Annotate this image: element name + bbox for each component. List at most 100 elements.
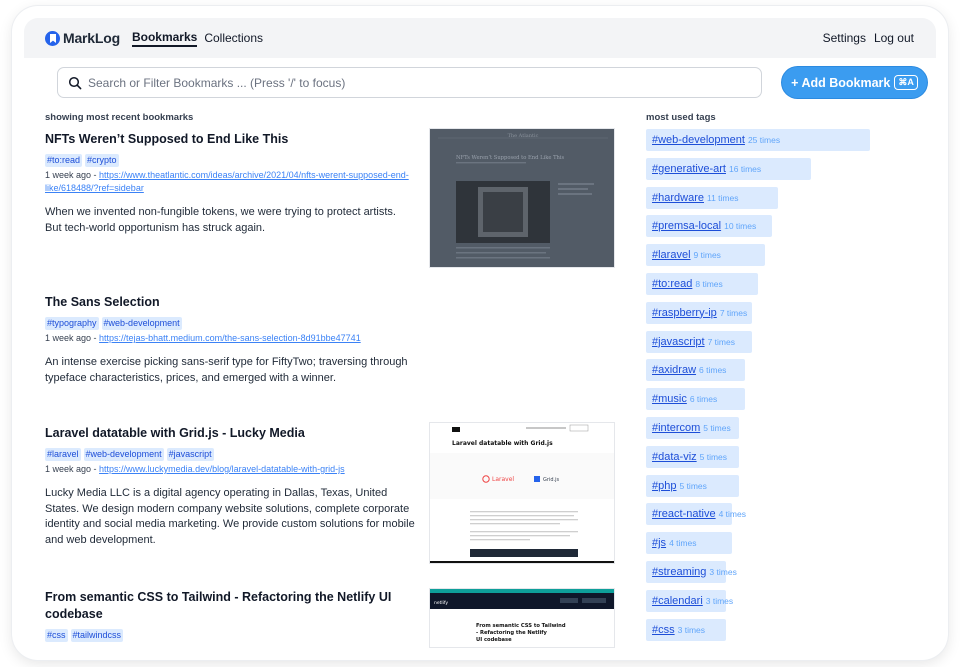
tag-pill[interactable]: #axidraw 6 times: [646, 359, 746, 382]
tag-pill[interactable]: #streaming 3 times: [646, 560, 737, 583]
tag-pill[interactable]: #hardware 11 times: [646, 186, 779, 209]
tag-name-link[interactable]: #premsa-local: [652, 220, 721, 232]
app-logo[interactable]: MarkLog: [45, 30, 120, 46]
tag-count: 5 times: [703, 422, 731, 433]
bookmark-logo-icon: [45, 30, 60, 46]
tag-name-link[interactable]: #generative-art: [652, 163, 726, 175]
bookmark-tags: #typography #web-development: [45, 313, 415, 330]
tag-name-link[interactable]: #axidraw: [652, 364, 696, 376]
tag-count: 8 times: [695, 278, 723, 289]
bookmark-thumbnail[interactable]: Laravel datatable with Grid.js Laravel G…: [429, 422, 615, 564]
bookmark-description: An intense exercise picking sans-serif t…: [45, 356, 408, 384]
bookmark-item: From semantic CSS to Tailwind - Refactor…: [45, 589, 415, 642]
bookmark-tag[interactable]: #css: [45, 629, 68, 642]
bookmark-tag[interactable]: #to:read: [45, 154, 83, 167]
tag-pill[interactable]: #premsa-local 10 times: [646, 215, 772, 238]
atlantic-page-preview: The Atlantic NFTs Weren’t Supposed to En…: [430, 129, 614, 267]
tag-pill[interactable]: #calendari 3 times: [646, 589, 733, 612]
nav-collections[interactable]: Collections: [204, 31, 263, 46]
tag-count: 4 times: [669, 538, 697, 549]
bookmark-url[interactable]: https://tejas-bhatt.medium.com/the-sans-…: [99, 333, 361, 343]
bookmark-tag[interactable]: #typography: [45, 317, 99, 330]
tag-name-link[interactable]: #css: [652, 624, 675, 636]
tag-pill[interactable]: #react-native 4 times: [646, 503, 746, 526]
tag-name-link[interactable]: #intercom: [652, 422, 700, 434]
most-used-tags-list: #web-development 25 times #generative-art 1…: [646, 129, 906, 647]
bookmark-title[interactable]: The Sans Selection: [45, 294, 415, 311]
tag-pill[interactable]: #css 3 times: [646, 618, 726, 641]
tag-name-link[interactable]: #raspberry-ip: [652, 307, 717, 319]
bookmark-tags: #laravel #web-development #javascript: [45, 444, 415, 461]
netlify-heading-line: From semantic CSS to Tailwind: [476, 623, 566, 629]
search-placeholder: Search or Filter Bookmarks ... (Press '/…: [88, 75, 346, 90]
tag-count: 7 times: [719, 307, 748, 318]
tag-list-item: #hardware 11 times: [646, 186, 906, 216]
tag-name-link[interactable]: #react-native: [652, 508, 716, 520]
bookmark-tag[interactable]: #web-development: [83, 448, 164, 461]
top-navbar: MarkLog Bookmarks Collections Settings L…: [24, 18, 936, 58]
bookmarks-heading: showing most recent bookmarks: [45, 112, 194, 123]
lucky-page-preview: Laravel datatable with Grid.js Laravel G…: [430, 423, 614, 563]
bookmark-age: 1 week ago: [45, 333, 92, 343]
tag-count: 11 times: [706, 192, 739, 203]
tag-name-link[interactable]: #music: [652, 393, 687, 405]
tag-pill[interactable]: #intercom 5 times: [646, 416, 739, 439]
tag-list-item: #music 6 times: [646, 388, 906, 417]
tag-name-link[interactable]: #calendari: [652, 595, 703, 607]
tag-pill[interactable]: #javascript 7 times: [646, 330, 752, 353]
tag-count: 7 times: [707, 336, 735, 347]
bookmark-title[interactable]: Laravel datatable with Grid.js - Lucky M…: [45, 425, 415, 442]
tag-pill[interactable]: #php 5 times: [646, 474, 739, 497]
tag-name-link[interactable]: #streaming: [652, 566, 706, 578]
atlantic-headline: NFTs Weren’t Supposed to End Like This: [456, 155, 565, 161]
tag-pill[interactable]: #generative-art 16 times: [646, 157, 811, 180]
bookmark-thumbnail[interactable]: The Atlantic NFTs Weren’t Supposed to En…: [429, 128, 615, 268]
app-name: MarkLog: [63, 30, 120, 46]
app-window: MarkLog Bookmarks Collections Settings L…: [12, 6, 948, 660]
tag-name-link[interactable]: #javascript: [652, 336, 705, 348]
search-input[interactable]: Search or Filter Bookmarks ... (Press '/…: [57, 67, 762, 98]
tag-list-item: #data-viz 5 times: [646, 445, 906, 475]
tag-count: 6 times: [689, 394, 718, 405]
bookmark-title[interactable]: NFTs Weren’t Supposed to End Like This: [45, 131, 415, 148]
bookmark-url[interactable]: https://www.theatlantic.com/ideas/archiv…: [45, 170, 409, 193]
tag-list-item: #raspberry-ip 7 times: [646, 301, 906, 331]
bookmark-item: Laravel datatable with Grid.js - Lucky M…: [45, 425, 415, 548]
nav-settings[interactable]: Settings: [823, 31, 866, 45]
bookmark-tag[interactable]: #crypto: [85, 154, 119, 167]
tag-name-link[interactable]: #laravel: [652, 249, 691, 261]
bookmark-title[interactable]: From semantic CSS to Tailwind - Refactor…: [45, 589, 415, 623]
lucky-heading: Laravel datatable with Grid.js: [452, 440, 553, 447]
tag-count: 5 times: [699, 451, 728, 462]
nav-logout[interactable]: Log out: [874, 31, 914, 45]
tag-name-link[interactable]: #js: [652, 537, 666, 549]
bookmark-tags: #to:read #crypto: [45, 150, 415, 167]
tag-count: 25 times: [747, 135, 781, 145]
tag-name-link[interactable]: #web-development: [652, 134, 745, 146]
tag-name-link[interactable]: #data-viz: [652, 451, 697, 463]
bookmark-thumbnail[interactable]: netlify From semantic CSS to Tailwind - …: [429, 588, 615, 648]
tag-list-item: #generative-art 16 times: [646, 157, 906, 187]
tag-pill[interactable]: #to:read 8 times: [646, 272, 759, 295]
bookmark-tag[interactable]: #javascript: [166, 448, 214, 461]
bookmark-tag[interactable]: #web-development: [101, 317, 182, 330]
tag-name-link[interactable]: #hardware: [652, 192, 704, 204]
tag-pill[interactable]: #laravel 9 times: [646, 244, 766, 267]
tag-pill[interactable]: #web-development 25 times: [646, 129, 870, 151]
nav-bookmarks[interactable]: Bookmarks: [131, 30, 198, 47]
tag-count: 5 times: [679, 480, 707, 491]
gridjs-logo-text: Grid.js: [543, 477, 559, 483]
tag-name-link[interactable]: #php: [652, 480, 676, 492]
bookmark-tag[interactable]: #tailwindcss: [70, 629, 124, 642]
tag-list-item: #react-native 4 times: [646, 503, 906, 532]
tag-name-link[interactable]: #to:read: [652, 278, 692, 290]
bookmark-url[interactable]: https://www.luckymedia.dev/blog/laravel-…: [99, 464, 345, 474]
tag-pill[interactable]: #js 4 times: [646, 532, 733, 555]
tag-pill[interactable]: #raspberry-ip 7 times: [646, 301, 752, 324]
bookmark-tag[interactable]: #laravel: [45, 448, 81, 461]
add-bookmark-button[interactable]: + Add Bookmark ⌘A: [782, 67, 927, 98]
tag-pill[interactable]: #music 6 times: [646, 388, 746, 411]
tag-pill[interactable]: #data-viz 5 times: [646, 445, 739, 468]
bookmark-age: 1 week ago: [45, 170, 92, 180]
tag-count: 3 times: [677, 624, 706, 635]
